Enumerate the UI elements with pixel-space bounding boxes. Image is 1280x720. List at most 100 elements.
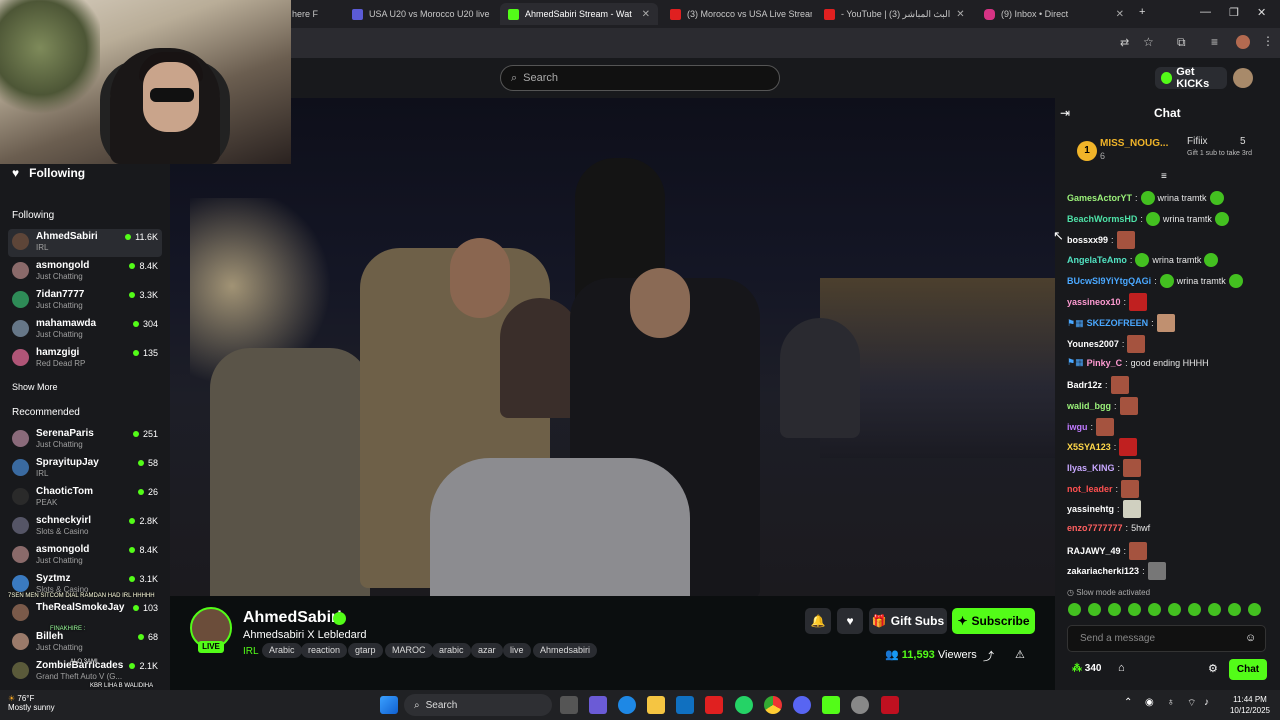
whatsapp-icon[interactable] bbox=[735, 696, 753, 714]
chat-settings-icon[interactable]: ⚙ bbox=[1208, 662, 1218, 675]
browser-tab-0[interactable]: here F bbox=[284, 3, 340, 25]
translate-icon[interactable]: ⇄ bbox=[1120, 36, 1129, 49]
emote-button[interactable] bbox=[1128, 603, 1141, 616]
stream-tag[interactable]: Ahmedsabiri bbox=[533, 643, 598, 658]
emote-button[interactable] bbox=[1228, 603, 1241, 616]
task-view-icon[interactable] bbox=[560, 696, 578, 714]
weather-widget[interactable]: ☀ 76°F Mostly sunny bbox=[8, 694, 55, 712]
report-icon[interactable]: ⚠ bbox=[1015, 648, 1025, 661]
sidebar-channel-billeh[interactable]: Billeh Just Chatting 68 bbox=[8, 629, 162, 657]
extensions-icon[interactable]: ⧉ bbox=[1177, 35, 1186, 50]
stream-tag[interactable]: gtarp bbox=[348, 643, 383, 658]
tray-app-icon[interactable]: ◉ bbox=[1145, 697, 1154, 708]
sidebar-channel-sprayitupjay[interactable]: SprayitupJay IRL 58 bbox=[8, 455, 162, 483]
channel-points[interactable]: ⁂ 340 bbox=[1072, 663, 1101, 674]
profile-avatar[interactable] bbox=[1236, 35, 1250, 49]
stream-tag[interactable]: MAROC bbox=[385, 643, 433, 658]
outlook-icon[interactable] bbox=[676, 696, 694, 714]
sidebar-channel-asmongold[interactable]: asmongold Just Chatting 8.4K bbox=[8, 258, 162, 286]
sidebar-channel-mahamawda[interactable]: mahamawda Just Chatting 304 bbox=[8, 316, 162, 344]
chrome-icon[interactable] bbox=[764, 696, 782, 714]
tab-title: here F bbox=[292, 9, 319, 19]
sidebar-channel-serenaparis[interactable]: SerenaParis Just Chatting 251 bbox=[8, 426, 162, 454]
tab-close-icon[interactable]: ✕ bbox=[642, 9, 650, 20]
stream-tag[interactable]: Arabic bbox=[262, 643, 302, 658]
leaderboard-user: MISS_NOUG... bbox=[1100, 138, 1169, 149]
emote-button[interactable] bbox=[1088, 603, 1101, 616]
settings-app-icon[interactable] bbox=[851, 696, 869, 714]
tab-close-icon[interactable]: ✕ bbox=[956, 9, 964, 20]
sidebar-channel-therealsmokejay[interactable]: TheRealSmokeJay 103 bbox=[8, 600, 162, 628]
reading-list-icon[interactable]: ≡ bbox=[1211, 35, 1218, 49]
emote-button[interactable] bbox=[1188, 603, 1201, 616]
subscribe-button[interactable]: ✦ Subscribe bbox=[952, 608, 1035, 634]
start-menu-icon[interactable] bbox=[380, 696, 398, 714]
emote-button[interactable] bbox=[1168, 603, 1181, 616]
leaderboard-user-count: 6 bbox=[1100, 151, 1106, 161]
sidebar-channel-schneckyirl[interactable]: schneckyirl Slots & Casino 2.8K bbox=[8, 513, 162, 541]
store-icon[interactable]: ⌂ bbox=[1118, 662, 1125, 674]
emote-button[interactable] bbox=[1208, 603, 1221, 616]
chat-filter-icon[interactable]: ≡ bbox=[1161, 171, 1167, 182]
antivirus-icon[interactable] bbox=[881, 696, 899, 714]
emoji-picker-icon[interactable]: ☺ bbox=[1245, 632, 1256, 644]
minimize-icon[interactable]: — bbox=[1200, 6, 1211, 18]
emote-button[interactable] bbox=[1248, 603, 1261, 616]
get-kicks-button[interactable]: Get KICKs bbox=[1155, 66, 1227, 90]
kick-app-icon[interactable] bbox=[822, 696, 840, 714]
wifi-icon[interactable]: ⌔ bbox=[1187, 697, 1196, 710]
leaderboard-gifter: Fifiix bbox=[1187, 136, 1208, 147]
user-avatar[interactable] bbox=[1233, 68, 1253, 88]
chat-message: GamesActorYT: wrina tramtk bbox=[1067, 191, 1224, 205]
stream-tag[interactable]: azar bbox=[471, 643, 503, 658]
streamer-name[interactable]: AhmedSabiri bbox=[243, 609, 342, 627]
stream-tag[interactable]: reaction bbox=[301, 643, 348, 658]
browser-tab-2[interactable]: AhmedSabiri Stream - Wat ✕ bbox=[500, 3, 658, 25]
sidebar-channel-7idan7777[interactable]: 7idan7777 Just Chatting 3.3K bbox=[8, 287, 162, 315]
youtube-icon[interactable] bbox=[705, 696, 723, 714]
stream-tag[interactable]: live bbox=[503, 643, 531, 658]
browser-menu-icon[interactable]: ⋮ bbox=[1262, 34, 1274, 48]
bookmark-star-icon[interactable]: ☆ bbox=[1143, 35, 1154, 49]
sidebar-channel-asmongold-rec[interactable]: asmongold Just Chatting 8.4K bbox=[8, 542, 162, 570]
browser-tab-3[interactable]: (3) Morocco vs USA Live Stream✕ bbox=[662, 3, 812, 25]
emote-button[interactable] bbox=[1068, 603, 1081, 616]
browser-tab-4[interactable]: - YouTube | البث المباشر (3) ✕ bbox=[816, 3, 972, 25]
send-chat-button[interactable]: Chat bbox=[1229, 659, 1267, 680]
file-explorer-icon[interactable] bbox=[647, 696, 665, 714]
edge-icon[interactable] bbox=[618, 696, 636, 714]
emote-button[interactable] bbox=[1108, 603, 1121, 616]
maximize-icon[interactable]: ❐ bbox=[1229, 6, 1239, 19]
gift-subs-button[interactable]: 🎁 Gift Subs bbox=[869, 608, 947, 634]
emote-button[interactable] bbox=[1148, 603, 1161, 616]
chat-message-input[interactable]: Send a message bbox=[1067, 625, 1266, 652]
notification-bell-icon[interactable]: 🔔 bbox=[805, 608, 831, 634]
taskbar-clock[interactable]: 11:44 PM 10/12/2025 bbox=[1225, 694, 1275, 716]
sidebar-channel-ahmedsabiri[interactable]: AhmedSabiri IRL 11.6K bbox=[8, 229, 162, 257]
gift-leaderboard[interactable]: 1 MISS_NOUG... 6 Fifiix 5 Gift 1 sub to … bbox=[1062, 130, 1272, 172]
share-icon[interactable]: ⤴ bbox=[983, 648, 994, 664]
browser-tab-1[interactable]: USA U20 vs Morocco U20 live✕ bbox=[344, 3, 496, 25]
discord-icon[interactable] bbox=[793, 696, 811, 714]
taskbar-search-label: Search bbox=[425, 699, 458, 711]
video-player[interactable] bbox=[170, 98, 1055, 596]
search-input[interactable]: ⌕ Search bbox=[500, 65, 780, 91]
collapse-chat-icon[interactable]: ⇥ bbox=[1060, 106, 1070, 120]
stream-category-link[interactable]: IRL bbox=[243, 646, 259, 657]
sidebar-channel-chaotictom[interactable]: ChaoticTom PEAK 26 bbox=[8, 484, 162, 512]
show-more-link[interactable]: Show More bbox=[12, 382, 58, 392]
new-tab-button[interactable]: + bbox=[1139, 6, 1145, 18]
teams-icon[interactable] bbox=[589, 696, 607, 714]
microphone-icon[interactable]: ♁ bbox=[1167, 697, 1175, 708]
tray-overflow-icon[interactable]: ⌃ bbox=[1124, 697, 1132, 708]
taskbar-search[interactable]: ⌕ Search bbox=[404, 694, 552, 716]
sidebar-channel-hamzgigi[interactable]: hamzgigi Red Dead RP 135 bbox=[8, 345, 162, 373]
browser-tab-5[interactable]: (9) Inbox • Direct ✕ bbox=[976, 3, 1132, 25]
slow-mode-text: Slow mode activated bbox=[1076, 588, 1151, 597]
sidebar-following-nav[interactable]: ♥ Following bbox=[12, 166, 85, 180]
tab-close-icon[interactable]: ✕ bbox=[1116, 9, 1124, 20]
follow-heart-icon[interactable]: ♥ bbox=[837, 608, 863, 634]
stream-tag[interactable]: arabic bbox=[432, 643, 471, 658]
close-window-icon[interactable]: ✕ bbox=[1257, 6, 1266, 19]
volume-icon[interactable]: ♪ bbox=[1204, 697, 1209, 708]
